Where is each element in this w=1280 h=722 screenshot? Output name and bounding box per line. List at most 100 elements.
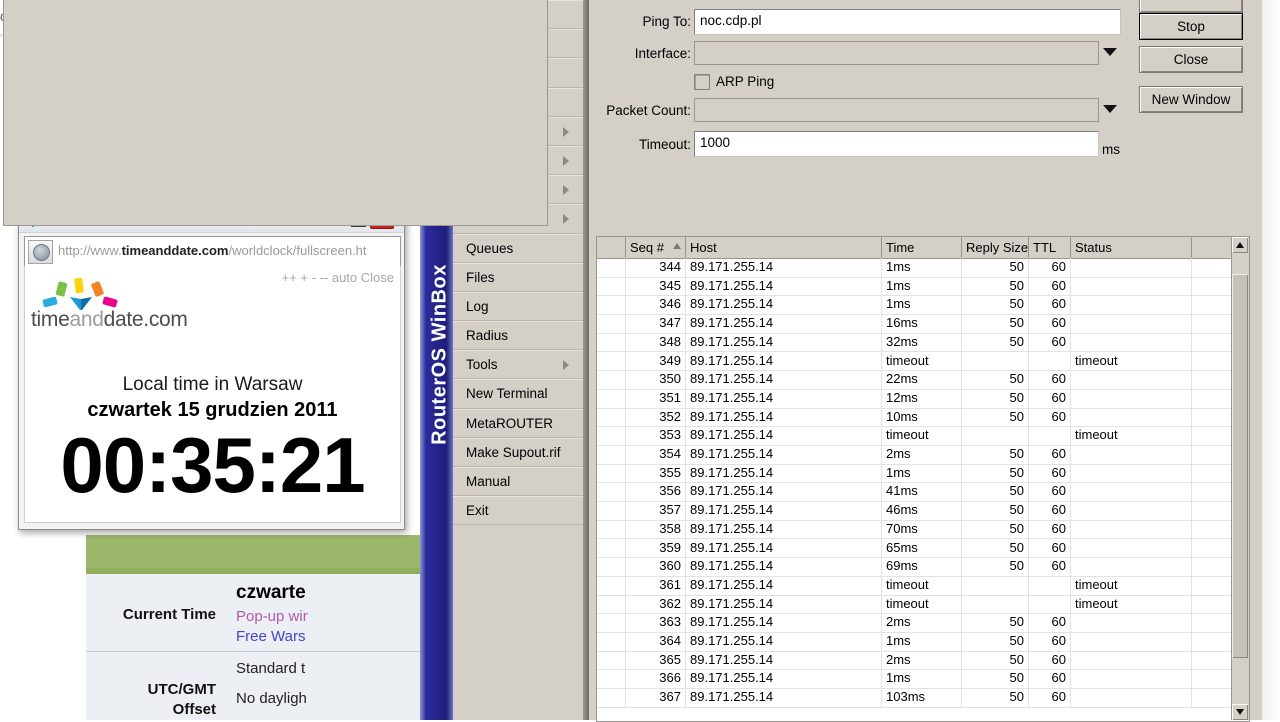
menu-item-exit[interactable]: Exit [453, 496, 583, 526]
menu-item-label: Exit [466, 503, 489, 519]
ping-results-table[interactable]: Seq # Host Time Reply Size TTL Status 344 89.1… [596, 236, 1250, 722]
table-row[interactable]: 367 89.171.255.14 103ms 50 60 [597, 688, 1247, 708]
menu-item-label: Make Supout.rif [466, 444, 561, 460]
table-cell-status [1071, 463, 1192, 483]
table-cell-seq: 365 [626, 650, 686, 670]
menu-item-tools[interactable]: Tools [453, 350, 583, 380]
table-cell-blank [597, 519, 626, 539]
interface-dropdown-arrow[interactable] [1103, 48, 1117, 56]
table-cell-ttl: 60 [1029, 276, 1071, 296]
table-row[interactable]: 359 89.171.255.14 65ms 50 60 [597, 538, 1247, 559]
popup-window[interactable]: Warsaw, Poland - current and accurate ti… [18, 205, 405, 530]
table-row[interactable]: 349 89.171.255.14 timeout timeout [597, 351, 1247, 372]
close-button-winbox[interactable]: Close [1139, 46, 1243, 73]
table-cell-ttl: 60 [1029, 650, 1071, 670]
table-cell-host: 89.171.255.14 [686, 501, 882, 520]
stop-button[interactable]: Stop [1139, 13, 1243, 40]
popup-content: ++ + - -- auto Close timeanddate.com Loc… [24, 266, 401, 523]
table-row[interactable]: 351 89.171.255.14 12ms 50 60 [597, 388, 1247, 409]
table-row[interactable]: 364 89.171.255.14 1ms 50 60 [597, 632, 1247, 652]
table-row[interactable]: 362 89.171.255.14 timeout timeout [597, 594, 1247, 615]
table-cell-time: 2ms [882, 445, 962, 464]
table-row[interactable]: 363 89.171.255.14 2ms 50 60 [597, 613, 1247, 633]
table-row[interactable]: 347 89.171.255.14 16ms 50 60 [597, 314, 1247, 334]
info-value-popup-link[interactable]: Pop-up wir [236, 608, 308, 625]
table-cell-ttl: 60 [1029, 482, 1071, 502]
table-cell-ttl: 60 [1029, 314, 1071, 333]
table-row[interactable]: 353 89.171.255.14 timeout timeout [597, 426, 1247, 446]
table-row[interactable]: 344 89.171.255.14 1ms 50 60 [597, 258, 1247, 278]
table-row[interactable]: 345 89.171.255.14 1ms 50 60 [597, 276, 1247, 297]
ping-to-input[interactable]: noc.cdp.pl [694, 9, 1121, 35]
table-cell-ttl: 60 [1029, 407, 1071, 427]
table-row[interactable]: 352 89.171.255.14 10ms 50 60 [597, 407, 1247, 428]
table-row[interactable]: 366 89.171.255.14 1ms 50 60 [597, 669, 1247, 690]
popup-site-logo: timeanddate.com [31, 277, 241, 331]
table-row[interactable]: 356 89.171.255.14 41ms 50 60 [597, 482, 1247, 503]
table-cell-host: 89.171.255.14 [686, 538, 882, 558]
popup-address-bar[interactable]: http://www.timeanddate.com/worldclock/fu… [24, 236, 401, 268]
menu-item-files[interactable]: Files [453, 262, 583, 292]
column-header-seq[interactable]: Seq # [626, 237, 686, 258]
table-cell-time: 2ms [882, 613, 962, 632]
interface-input[interactable] [694, 41, 1099, 65]
chevron-right-icon [563, 214, 569, 225]
menu-item-radius[interactable]: Radius [453, 321, 583, 351]
address-path: /worldclock/fullscreen.ht [228, 243, 367, 258]
table-cell-ttl: 60 [1029, 332, 1071, 352]
column-header-status[interactable]: Status [1071, 237, 1192, 258]
menu-item-manual[interactable]: Manual [453, 467, 583, 497]
table-cell-seq: 348 [626, 332, 686, 352]
table-row[interactable]: 361 89.171.255.14 timeout timeout [597, 575, 1247, 596]
menu-item-label: New Terminal [466, 386, 548, 402]
menu-item-log[interactable]: Log [453, 291, 583, 322]
table-row[interactable]: 355 89.171.255.14 1ms 50 60 [597, 463, 1247, 484]
table-row[interactable]: 354 89.171.255.14 2ms 50 60 [597, 445, 1247, 465]
menu-item-queues[interactable]: Queues [453, 233, 583, 263]
partial-button-top[interactable] [1139, 0, 1243, 13]
ping-to-value: noc.cdp.pl [700, 13, 762, 28]
table-row[interactable]: 360 89.171.255.14 69ms 50 60 [597, 557, 1247, 577]
column-header-ttl[interactable]: TTL [1029, 237, 1071, 258]
table-cell-seq: 344 [626, 258, 686, 277]
table-cell-host: 89.171.255.14 [686, 557, 882, 576]
column-header-host[interactable]: Host [686, 237, 882, 258]
table-row[interactable]: 358 89.171.255.14 70ms 50 60 [597, 519, 1247, 540]
column-header-reply-size[interactable]: Reply Size [962, 237, 1029, 258]
scrollbar-thumb[interactable] [1232, 274, 1248, 658]
packet-count-dropdown-arrow[interactable] [1103, 105, 1117, 113]
column-header-time[interactable]: Time [882, 237, 962, 258]
table-cell-status [1071, 688, 1192, 707]
column-header-blank-0[interactable] [597, 237, 626, 258]
address-domain: timeanddate.com [121, 243, 229, 258]
scroll-up-button[interactable] [1232, 237, 1248, 253]
scroll-down-button[interactable] [1232, 704, 1248, 720]
table-cell-time: 1ms [882, 295, 962, 315]
auto-close-controls[interactable]: ++ + - -- auto Close [282, 270, 394, 285]
table-cell-reply_size: 50 [962, 501, 1029, 520]
arp-ping-checkbox[interactable] [694, 74, 710, 90]
table-cell-seq: 362 [626, 594, 686, 614]
table-row[interactable]: 365 89.171.255.14 2ms 50 60 [597, 650, 1247, 671]
info-value-free-link[interactable]: Free Wars [236, 628, 305, 645]
info-value-standard: Standard t [236, 660, 306, 677]
table-header-row[interactable]: Seq # Host Time Reply Size TTL Status [597, 237, 1247, 259]
table-cell-reply_size [962, 426, 1029, 445]
timeout-input[interactable]: 1000 [694, 131, 1099, 157]
vertical-scrollbar[interactable] [1231, 237, 1249, 720]
table-row[interactable]: 357 89.171.255.14 46ms 50 60 [597, 501, 1247, 521]
table-row[interactable]: 350 89.171.255.14 22ms 50 60 [597, 370, 1247, 390]
chevron-right-icon [563, 155, 569, 166]
menu-item-make-supout-rif[interactable]: Make Supout.rif [453, 437, 583, 467]
desktop-right-edge [1262, 0, 1280, 720]
table-row[interactable]: 348 89.171.255.14 32ms 50 60 [597, 332, 1247, 353]
table-row[interactable]: 346 89.171.255.14 1ms 50 60 [597, 295, 1247, 316]
new-window-button[interactable]: New Window [1139, 86, 1243, 113]
table-cell-time: 69ms [882, 557, 962, 576]
table-cell-status [1071, 370, 1192, 389]
table-cell-ttl: 60 [1029, 295, 1071, 315]
table-cell-blank [597, 351, 626, 371]
menu-item-new-terminal[interactable]: New Terminal [453, 379, 583, 409]
packet-count-input[interactable] [694, 98, 1099, 122]
menu-item-metarouter[interactable]: MetaROUTER [453, 408, 583, 438]
